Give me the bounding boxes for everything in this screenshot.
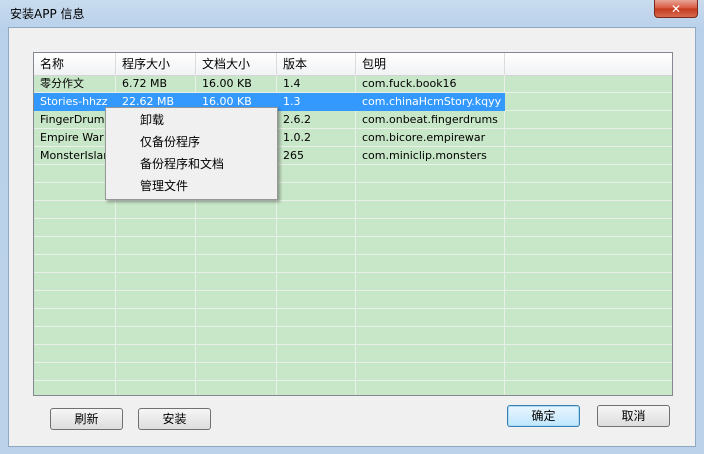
table-cell: Empire War xyxy=(40,131,104,144)
table-cell: 零分作文 xyxy=(40,77,84,90)
table-cell: FingerDrums xyxy=(40,113,111,126)
ok-button[interactable]: 确定 xyxy=(507,405,580,427)
dialog-client-area: 名称 程序大小 文档大小 版本 包明 零分作文 6.72 MB 16.00 KB 1.… xyxy=(8,27,696,447)
table-cell: 1.0.2 xyxy=(283,131,311,144)
list-header: 名称 程序大小 文档大小 版本 包明 xyxy=(34,53,672,76)
table-row[interactable]: 零分作文 6.72 MB 16.00 KB 1.4 com.fuck.book16 xyxy=(34,75,505,93)
table-cell: com.miniclip.monsters xyxy=(362,149,487,162)
table-cell: 1.4 xyxy=(283,77,301,90)
column-header-document-size[interactable]: 文档大小 xyxy=(196,53,277,75)
table-cell: com.bicore.empirewar xyxy=(362,131,486,144)
menu-item-manage-files[interactable]: 管理文件 xyxy=(140,176,188,196)
close-icon: ✕ xyxy=(670,1,682,16)
menu-item-backup-program-and-docs[interactable]: 备份程序和文档 xyxy=(140,154,224,174)
column-header-filler xyxy=(505,53,672,75)
grid-hline xyxy=(34,272,672,273)
grid-hline xyxy=(34,236,672,237)
grid-hline xyxy=(34,218,672,219)
table-cell: com.chinaHcmStory.kqyy xyxy=(362,95,502,108)
grid-hline xyxy=(34,308,672,309)
table-cell: 16.00 KB xyxy=(202,77,252,90)
app-list[interactable]: 名称 程序大小 文档大小 版本 包明 零分作文 6.72 MB 16.00 KB 1.… xyxy=(33,52,673,396)
close-button[interactable]: ✕ xyxy=(654,0,698,18)
title-bar[interactable]: 安装APP 信息 ✕ xyxy=(0,0,704,26)
grid-hline xyxy=(34,380,672,381)
table-cell: MonsterIsland xyxy=(40,149,116,162)
table-cell: com.onbeat.fingerdrums xyxy=(362,113,498,126)
grid-hline xyxy=(34,200,672,201)
menu-item-uninstall[interactable]: 卸载 xyxy=(140,110,164,130)
install-app-info-window: 安装APP 信息 ✕ 名称 程序大小 文档大小 版本 包明 零分作文 6.72 M… xyxy=(0,0,704,454)
grid-hline xyxy=(34,362,672,363)
grid-hline xyxy=(34,326,672,327)
window-title: 安装APP 信息 xyxy=(10,7,85,21)
table-cell: 6.72 MB xyxy=(122,77,168,90)
table-cell: Stories-hhzz xyxy=(40,95,108,108)
context-menu: 卸载 仅备份程序 备份程序和文档 管理文件 xyxy=(105,107,278,200)
grid-hline xyxy=(34,344,672,345)
cancel-button[interactable]: 取消 xyxy=(597,405,670,427)
table-cell: 2.6.2 xyxy=(283,113,311,126)
table-cell: com.fuck.book16 xyxy=(362,77,457,90)
grid-hline xyxy=(34,290,672,291)
menu-item-backup-program[interactable]: 仅备份程序 xyxy=(140,132,200,152)
column-header-name[interactable]: 名称 xyxy=(34,53,116,75)
refresh-button[interactable]: 刷新 xyxy=(50,408,123,430)
table-cell: 1.3 xyxy=(283,95,301,108)
table-cell: 265 xyxy=(283,149,304,162)
column-header-program-size[interactable]: 程序大小 xyxy=(116,53,196,75)
install-button[interactable]: 安装 xyxy=(138,408,211,430)
column-header-version[interactable]: 版本 xyxy=(277,53,356,75)
grid-hline xyxy=(34,254,672,255)
column-header-package[interactable]: 包明 xyxy=(356,53,505,75)
